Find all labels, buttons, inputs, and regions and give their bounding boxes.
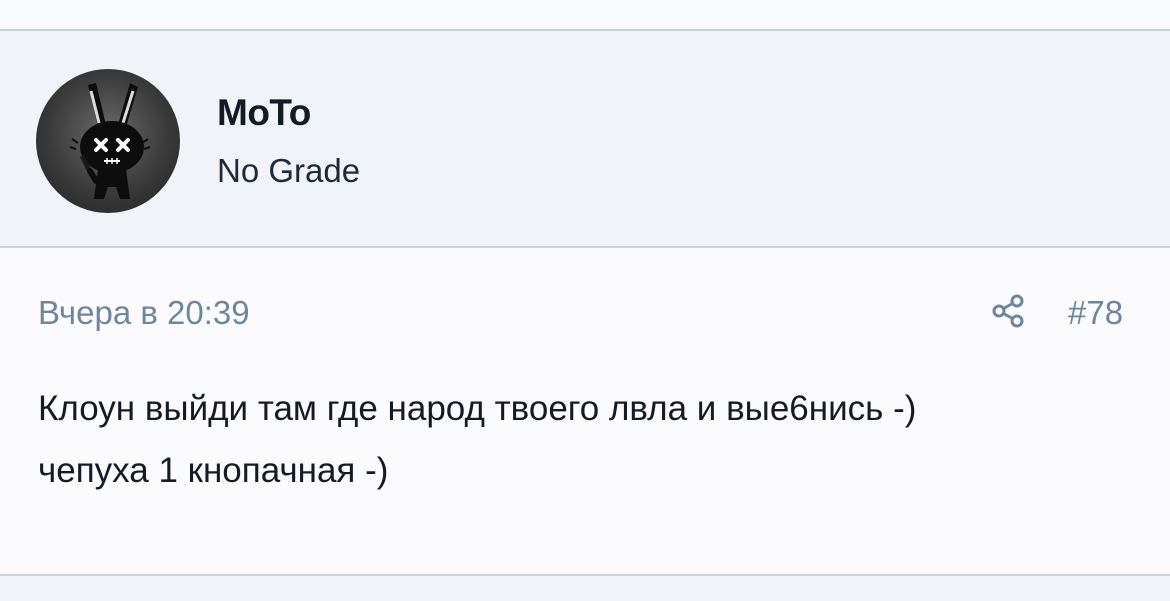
next-post-area xyxy=(0,576,1170,601)
post-message-line: Клоун выйди там где народ твоего лвла и … xyxy=(38,389,917,428)
post-number-link[interactable]: #78 xyxy=(1068,294,1123,332)
share-icon[interactable] xyxy=(990,293,1026,329)
post-message: Клоун выйди там где народ твоего лвла и … xyxy=(38,378,1138,502)
post-message-line: чепуха 1 кнопачная -) xyxy=(38,451,389,490)
author-name[interactable]: MoTo xyxy=(217,92,311,134)
author-avatar[interactable] xyxy=(36,69,180,213)
previous-post-area xyxy=(0,0,1170,29)
author-title: No Grade xyxy=(217,152,361,189)
post-author-header: MoTo No Grade xyxy=(0,29,1170,248)
rabbit-avatar-icon xyxy=(69,83,151,199)
post-date[interactable]: Вчера в 20:39 xyxy=(38,294,250,332)
post-body: Вчера в 20:39 #78 Клоун выйди там где на… xyxy=(0,248,1170,576)
